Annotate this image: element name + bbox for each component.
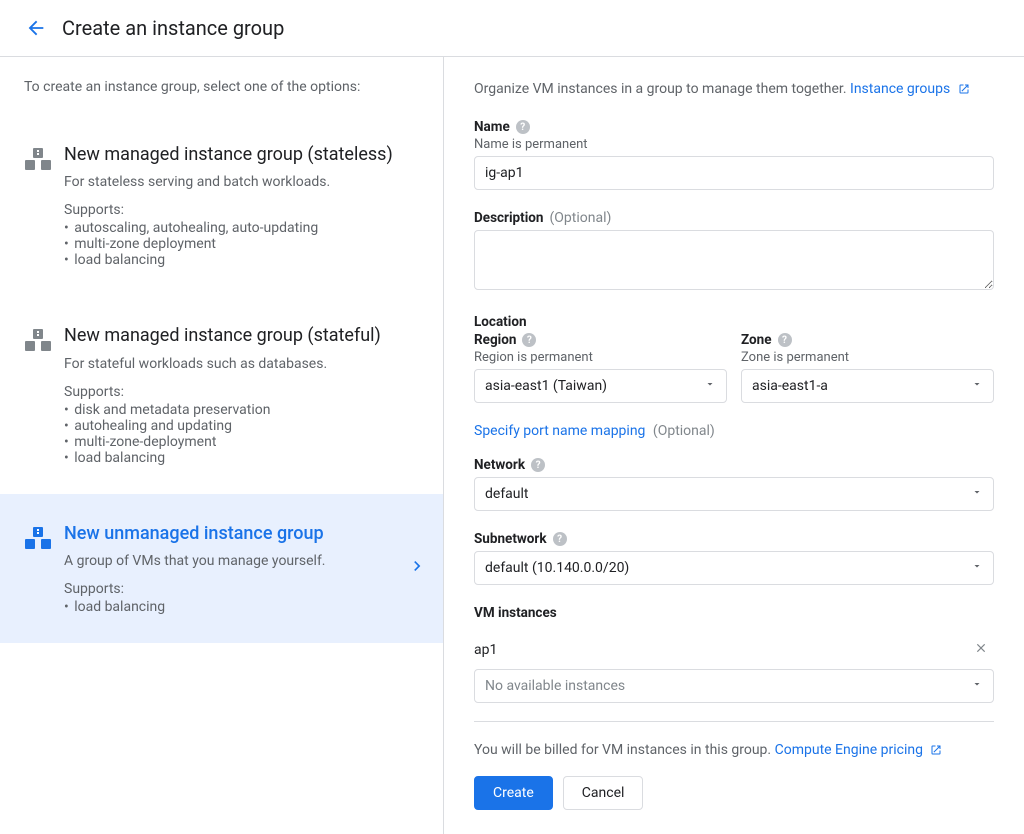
vm-instance-select[interactable]: No available instances (474, 669, 994, 703)
network-label: Network (474, 457, 525, 473)
port-mapping-row: Specify port name mapping (Optional) (474, 423, 994, 439)
options-sidebar: To create an instance group, select one … (0, 57, 444, 834)
option-bullet: multi-zone deployment (64, 236, 421, 252)
option-title: New unmanaged instance group (64, 522, 421, 545)
option-managed-stateful[interactable]: New managed instance group (stateful) Fo… (0, 296, 443, 493)
field-name: Name ? Name is permanent (474, 119, 994, 190)
subnetwork-label: Subnetwork (474, 531, 547, 547)
network-select[interactable]: default (474, 477, 994, 511)
port-mapping-link[interactable]: Specify port name mapping (474, 423, 645, 439)
option-bullets: autoscaling, autohealing, auto-updating … (64, 220, 421, 268)
instance-group-icon (24, 522, 64, 554)
arrow-left-icon (25, 17, 47, 39)
help-icon[interactable]: ? (553, 532, 567, 546)
subnetwork-value: default (10.140.0.0/20) (485, 560, 629, 576)
vm-instance-name: ap1 (474, 642, 497, 658)
name-input[interactable] (474, 156, 994, 190)
field-description: Description (Optional) (474, 210, 994, 294)
vm-instances-label: VM instances (474, 605, 994, 621)
field-network: Network ? default (474, 457, 994, 511)
option-desc: For stateless serving and batch workload… (64, 174, 421, 190)
location-label: Location (474, 314, 994, 330)
region-column: Region ? Region is permanent asia-east1 … (474, 332, 727, 403)
sidebar-intro: To create an instance group, select one … (0, 79, 443, 115)
help-icon[interactable]: ? (522, 333, 536, 347)
option-supports-label: Supports: (64, 384, 421, 400)
description-label: Description (474, 210, 543, 226)
remove-vm-button[interactable] (968, 641, 994, 659)
option-desc: For stateful workloads such as databases… (64, 356, 421, 372)
form-intro-text: Organize VM instances in a group to mana… (474, 81, 847, 97)
caret-down-icon (971, 678, 983, 694)
field-vm-instances: VM instances ap1 No available instances (474, 605, 994, 722)
network-value: default (485, 486, 529, 502)
instance-group-icon (24, 324, 64, 356)
option-bullet: autoscaling, autohealing, auto-updating (64, 220, 421, 236)
description-input[interactable] (474, 230, 994, 290)
chevron-right-icon (407, 556, 427, 580)
caret-down-icon (971, 560, 983, 576)
help-icon[interactable]: ? (531, 458, 545, 472)
pricing-link[interactable]: Compute Engine pricing (775, 742, 943, 758)
page-title: Create an instance group (62, 16, 284, 40)
region-select[interactable]: asia-east1 (Taiwan) (474, 369, 727, 403)
caret-down-icon (971, 486, 983, 502)
external-link-icon (930, 742, 942, 758)
option-bullet: load balancing (64, 252, 421, 268)
caret-down-icon (704, 378, 716, 394)
field-subnetwork: Subnetwork ? default (10.140.0.0/20) (474, 531, 994, 585)
optional-text: (Optional) (549, 210, 611, 226)
instance-group-icon (24, 143, 64, 175)
link-text: Compute Engine pricing (775, 742, 923, 758)
option-supports-label: Supports: (64, 202, 421, 218)
name-label: Name (474, 119, 510, 135)
name-sublabel: Name is permanent (474, 137, 994, 152)
region-value: asia-east1 (Taiwan) (485, 378, 607, 394)
field-location: Location Region ? Region is permanent as… (474, 314, 994, 403)
option-desc: A group of VMs that you manage yourself. (64, 553, 421, 569)
instance-groups-link[interactable]: Instance groups (850, 81, 970, 97)
form-panel: Organize VM instances in a group to mana… (444, 57, 1024, 834)
billing-text: You will be billed for VM instances in t… (474, 742, 771, 758)
option-title: New managed instance group (stateless) (64, 143, 421, 166)
link-text: Instance groups (850, 81, 950, 97)
billing-note: You will be billed for VM instances in t… (474, 742, 994, 758)
form-intro: Organize VM instances in a group to mana… (474, 81, 994, 97)
option-supports-label: Supports: (64, 581, 421, 597)
zone-column: Zone ? Zone is permanent asia-east1-a (741, 332, 994, 403)
region-sublabel: Region is permanent (474, 350, 727, 365)
zone-label: Zone (741, 332, 772, 348)
zone-sublabel: Zone is permanent (741, 350, 994, 365)
optional-text: (Optional) (653, 423, 715, 439)
option-title: New managed instance group (stateful) (64, 324, 421, 347)
close-icon (974, 641, 988, 655)
vm-instance-row: ap1 (474, 635, 994, 669)
option-bullet: load balancing (64, 450, 421, 466)
create-button[interactable]: Create (474, 776, 553, 810)
option-bullets: disk and metadata preservation autoheali… (64, 402, 421, 466)
zone-value: asia-east1-a (752, 378, 828, 394)
option-bullet: disk and metadata preservation (64, 402, 421, 418)
option-bullet: autohealing and updating (64, 418, 421, 434)
option-bullet: multi-zone-deployment (64, 434, 421, 450)
external-link-icon (958, 81, 970, 97)
port-mapping-text: Specify port name mapping (474, 423, 645, 439)
subnetwork-select[interactable]: default (10.140.0.0/20) (474, 551, 994, 585)
caret-down-icon (971, 378, 983, 394)
back-button[interactable] (20, 12, 52, 44)
region-label: Region (474, 332, 516, 348)
cancel-button[interactable]: Cancel (563, 776, 644, 810)
option-unmanaged[interactable]: New unmanaged instance group A group of … (0, 494, 443, 643)
zone-select[interactable]: asia-east1-a (741, 369, 994, 403)
help-icon[interactable]: ? (778, 333, 792, 347)
help-icon[interactable]: ? (516, 120, 530, 134)
main-content: To create an instance group, select one … (0, 57, 1024, 834)
page-header: Create an instance group (0, 0, 1024, 57)
option-bullet: load balancing (64, 599, 421, 615)
vm-select-placeholder: No available instances (485, 678, 625, 694)
option-bullets: load balancing (64, 599, 421, 615)
form-actions: Create Cancel (474, 776, 994, 810)
divider (474, 721, 994, 722)
option-managed-stateless[interactable]: New managed instance group (stateless) F… (0, 115, 443, 296)
